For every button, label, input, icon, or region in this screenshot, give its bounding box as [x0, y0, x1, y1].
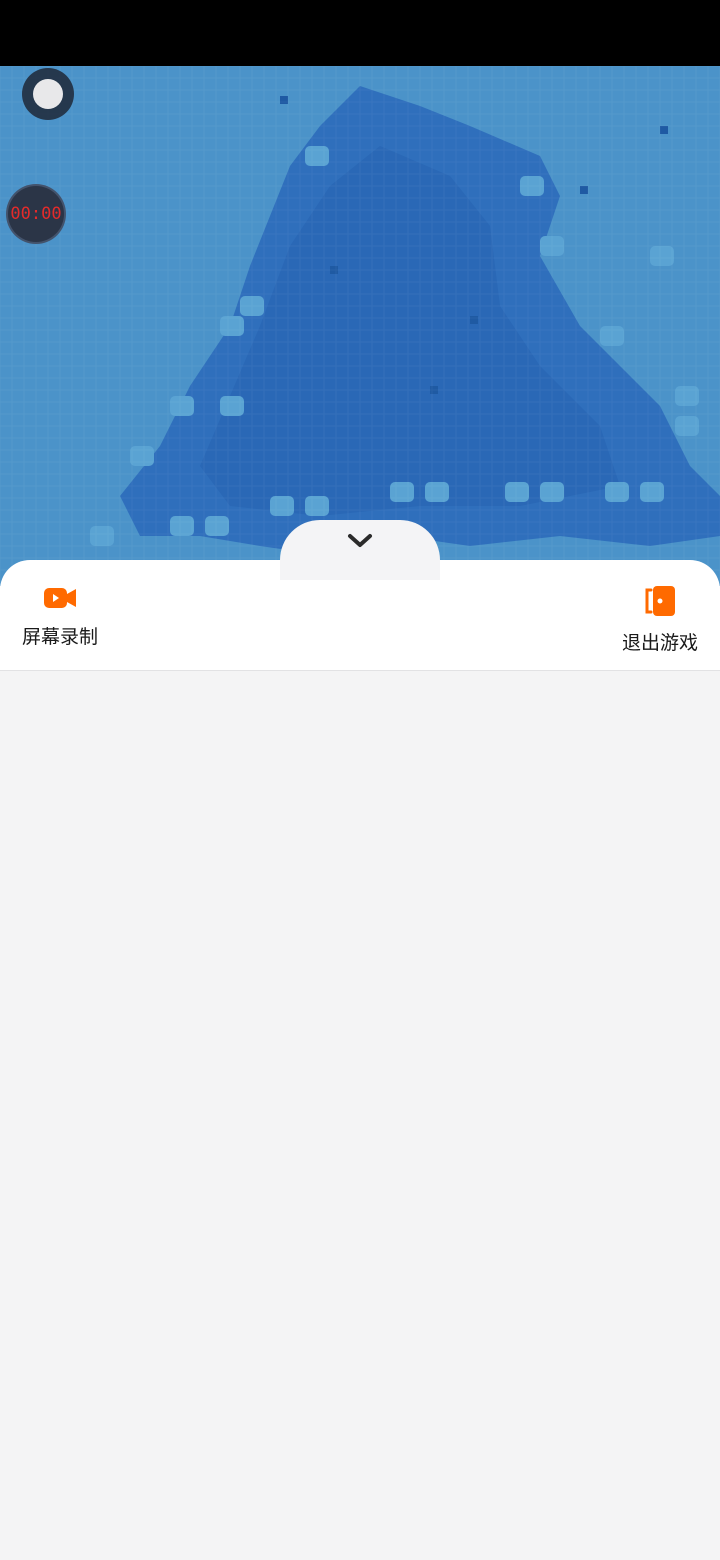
chevron-down-icon	[348, 534, 372, 547]
panel-divider	[0, 670, 720, 671]
collapse-panel-button[interactable]	[280, 520, 440, 580]
floating-ball-dot	[33, 79, 63, 109]
game-canvas[interactable]: 00:00	[0, 66, 720, 586]
screen-record-button[interactable]: 屏幕录制	[20, 584, 100, 649]
floating-assistant-button[interactable]	[22, 68, 74, 120]
video-camera-icon	[44, 588, 76, 608]
status-bar	[0, 0, 720, 66]
exit-door-icon	[645, 586, 675, 616]
game-map	[0, 66, 720, 586]
exit-game-button[interactable]: 退出游戏	[620, 584, 700, 655]
screen-record-label: 屏幕录制	[21, 626, 98, 648]
exit-game-label: 退出游戏	[621, 632, 698, 654]
recording-timer: 00:00	[6, 184, 66, 244]
